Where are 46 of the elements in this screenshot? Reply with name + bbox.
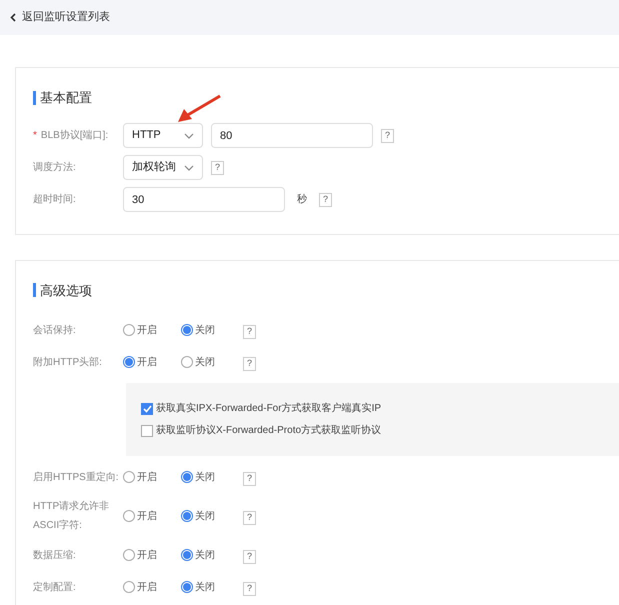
help-button[interactable]: ?	[381, 128, 394, 142]
radio-option[interactable]: 开启	[123, 470, 181, 484]
section-title: 高级选项	[40, 282, 92, 300]
radio-option[interactable]: 关闭	[181, 322, 239, 338]
chevron-left-icon	[10, 13, 16, 22]
chevron-down-icon	[184, 164, 194, 170]
radio-option[interactable]: 开启	[123, 322, 181, 338]
required-mark: *	[33, 128, 37, 142]
radio-option[interactable]: 关闭	[181, 548, 239, 562]
radio-option[interactable]: 开启	[123, 508, 181, 524]
radio-option[interactable]: 关闭	[181, 470, 239, 484]
help-button[interactable]: ?	[243, 582, 256, 596]
field-label: HTTP请求允许非ASCII字符:	[33, 501, 110, 531]
help-button[interactable]: ?	[243, 472, 256, 486]
field-label: 调度方法:	[33, 160, 76, 174]
field-label: 启用HTTPS重定向:	[33, 472, 119, 482]
arrow-annotation	[176, 94, 222, 124]
radio-option[interactable]: 关闭	[181, 354, 239, 370]
radio-option[interactable]: 开启	[123, 548, 181, 562]
back-link[interactable]: 返回监听设置列表	[10, 9, 110, 26]
field-label: 超时时间:	[33, 192, 76, 206]
field-label: BLB协议[端口]:	[40, 128, 108, 142]
field-label: 定制配置:	[33, 582, 76, 592]
radio-option[interactable]: 关闭	[181, 580, 239, 594]
help-button[interactable]: ?	[243, 510, 256, 524]
unit-label: 秒	[297, 192, 307, 207]
chevron-down-icon	[184, 132, 194, 138]
check-icon	[142, 404, 152, 412]
field-label: 会话保持:	[33, 324, 76, 336]
select-field[interactable]: HTTP	[123, 123, 203, 148]
field-label: 附加HTTP头部:	[33, 356, 102, 368]
field-label: 数据压缩:	[33, 550, 76, 560]
radio-option[interactable]: 关闭	[181, 508, 239, 524]
checkbox-option[interactable]: 获取监听协议X-Forwarded-Proto方式获取监听协议	[141, 423, 619, 438]
help-button[interactable]: ?	[211, 160, 224, 174]
select-field[interactable]: 加权轮询	[123, 155, 203, 180]
help-button[interactable]: ?	[319, 192, 332, 206]
text-field[interactable]: 80	[211, 123, 373, 148]
text-field[interactable]: 30	[123, 187, 285, 212]
checkbox-option[interactable]: 获取真实IPX-Forwarded-For方式获取客户端真实IP	[141, 401, 619, 416]
section-title: 基本配置	[40, 89, 92, 107]
help-button[interactable]: ?	[243, 550, 256, 564]
radio-option[interactable]: 开启	[123, 354, 181, 370]
help-button[interactable]: ?	[243, 324, 256, 338]
radio-option[interactable]: 开启	[123, 580, 181, 594]
help-button[interactable]: ?	[243, 356, 256, 370]
